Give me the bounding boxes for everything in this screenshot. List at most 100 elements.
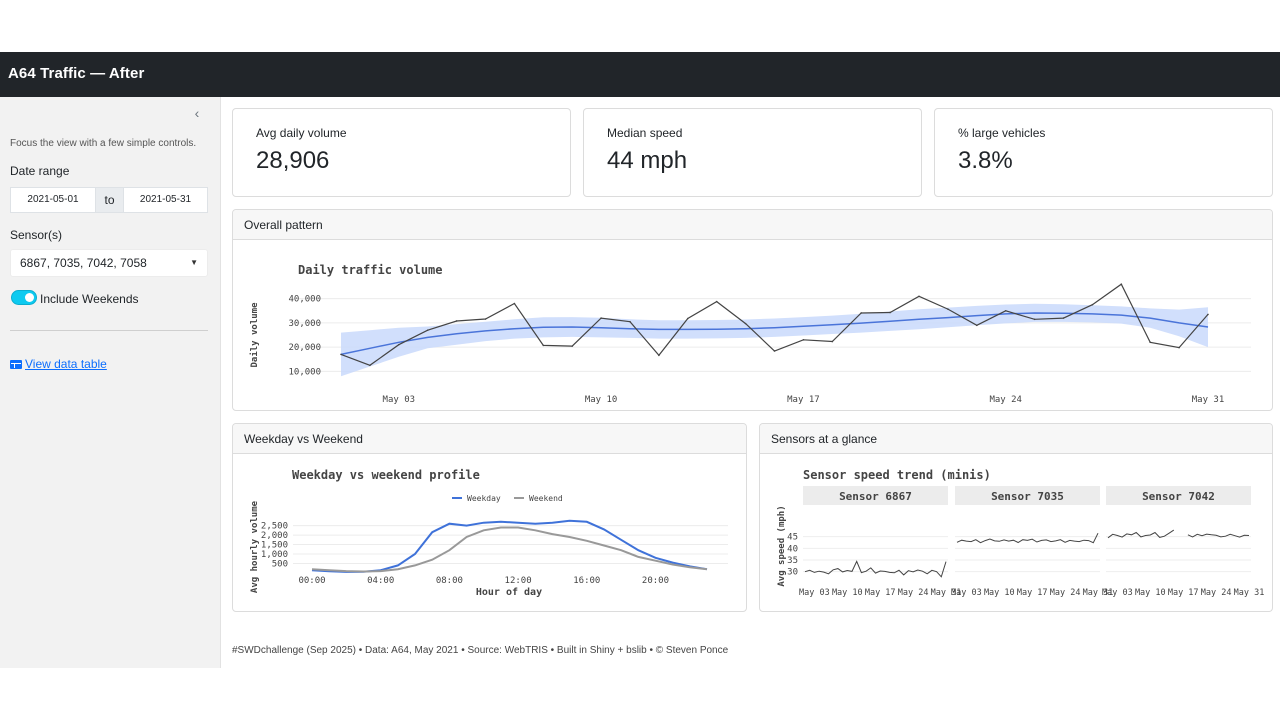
weekday-weekend-card: Weekday vs Weekend Weekday vs weekend pr… [232,423,747,612]
y-axis-label: Avg speed (mph) [777,505,787,586]
data-point [542,344,545,347]
data-point [1004,309,1007,312]
sensors-select[interactable]: 6867, 7035, 7042, 7058 ▼ [10,249,208,277]
sensor-speed-line [956,532,1099,544]
x-tick-label: May 24 [1201,588,1232,598]
data-point [715,300,718,303]
sidebar-note: Focus the view with a few simple control… [10,138,197,149]
y-tick-label: 10,000 [288,367,321,377]
data-point [369,364,371,367]
x-tick-label: 04:00 [367,576,394,586]
kpi-value-large-vehicles: 3.8% [958,147,1013,174]
overall-pattern-header: Overall pattern [233,210,1272,240]
y-tick-label: 40,000 [288,295,321,305]
sidebar-divider [10,330,208,331]
confidence-band [341,303,1208,377]
x-tick-label: May 24 [1050,588,1081,598]
data-point [918,295,920,298]
chart-title: Daily traffic volume [298,263,443,277]
data-point [860,312,862,314]
chart-title: Weekday vs weekend profile [292,468,480,482]
data-point [1120,283,1123,285]
x-tick-label: May 10 [984,588,1015,598]
footer-credits: #SWDchallenge (Sep 2025) • Data: A64, Ma… [232,645,729,656]
x-tick-label: 00:00 [298,576,325,586]
include-weekends-label: Include Weekends [40,292,139,306]
table-icon [10,360,22,369]
kpi-label-volume: Avg daily volume [256,126,347,140]
data-point [571,345,573,347]
include-weekends-toggle[interactable] [11,290,37,305]
y-tick-label: 30 [787,568,798,578]
weekday-weekend-chart: Weekday vs weekend profile Weekday Weekend… [250,468,728,598]
sensors-header: Sensors at a glance [760,424,1272,454]
view-data-table-link[interactable]: View data table [10,357,107,371]
view-data-table-label: View data table [25,357,107,371]
x-tick-label: May 24 [898,588,929,598]
date-range-label: Date range [10,164,70,178]
kpi-value-volume: 28,906 [256,147,330,174]
x-tick-label: May 03 [951,588,982,598]
daily-volume-chart: Daily traffic volume 10,000 20,000 30,000 40… [249,263,1251,405]
data-point [773,350,776,352]
sensor-speed-line [804,560,947,578]
data-point [802,339,805,341]
data-point [600,317,602,319]
facet-label: Sensor 7035 [991,490,1064,503]
data-point [976,324,978,327]
data-point [1149,341,1151,344]
x-tick-label: 12:00 [505,576,532,586]
data-point [1062,317,1065,319]
sensors-label: Sensor(s) [10,228,63,242]
data-point [455,320,458,322]
x-tick-label: 08:00 [436,576,463,586]
x-tick-label: May 31 [1234,588,1265,598]
facet-label: Sensor 6867 [839,490,912,503]
data-point [658,354,660,357]
x-tick-label: May 17 [865,588,896,598]
data-point [947,308,949,310]
date-end-input[interactable]: 2021-05-31 [123,187,208,213]
y-tick-label: 2,000 [261,531,288,541]
y-tick-label: 500 [272,560,288,570]
data-point [1178,346,1180,349]
sensor-speed-chart: Sensor speed trend (minis) Avg speed (mph… [777,468,1265,598]
x-tick-label: May 17 [787,395,820,405]
weekday-weekend-header: Weekday vs Weekend [233,424,746,454]
y-tick-label: 2,500 [261,522,288,532]
kpi-value-speed: 44 mph [607,147,688,174]
kpi-card-speed: Median speed 44 mph [583,108,922,197]
app-navbar: A64 Traffic — After [0,52,1280,97]
page-bottom-margin [0,668,1280,720]
data-point [687,317,689,320]
x-tick-label: May 24 [989,395,1022,405]
sensors-select-value: 6867, 7035, 7042, 7058 [20,256,147,270]
chevron-left-icon[interactable]: ‹ [190,105,204,121]
overall-pattern-card: Overall pattern Daily traffic volume 10,0… [232,209,1273,411]
y-tick-label: 30,000 [288,319,321,329]
x-tick-label: May 17 [1168,588,1199,598]
y-tick-label: 35 [787,556,798,566]
kpi-card-large-vehicles: % large vehicles 3.8% [934,108,1273,197]
app-title: A64 Traffic — After [8,65,145,82]
date-range-separator: to [96,187,123,213]
kpi-label-large-vehicles: % large vehicles [958,126,1046,140]
x-tick-label: May 10 [1135,588,1166,598]
kpi-card-volume: Avg daily volume 28,906 [232,108,571,197]
x-axis-label: Hour of day [476,587,542,598]
x-tick-label: May 31 [1192,395,1225,405]
toggle-knob [25,293,34,302]
data-point [426,329,429,331]
chart-title: Sensor speed trend (minis) [803,468,991,482]
data-point [744,322,747,325]
weekend-line [311,526,708,573]
data-point [398,343,400,346]
x-tick-label: 20:00 [642,576,669,586]
data-point [629,320,631,323]
y-tick-label: 40 [787,544,798,554]
x-tick-label: May 17 [1017,588,1048,598]
y-tick-label: 45 [787,533,798,543]
date-start-input[interactable]: 2021-05-01 [10,187,96,213]
data-point [340,353,342,356]
x-tick-label: 16:00 [573,576,600,586]
